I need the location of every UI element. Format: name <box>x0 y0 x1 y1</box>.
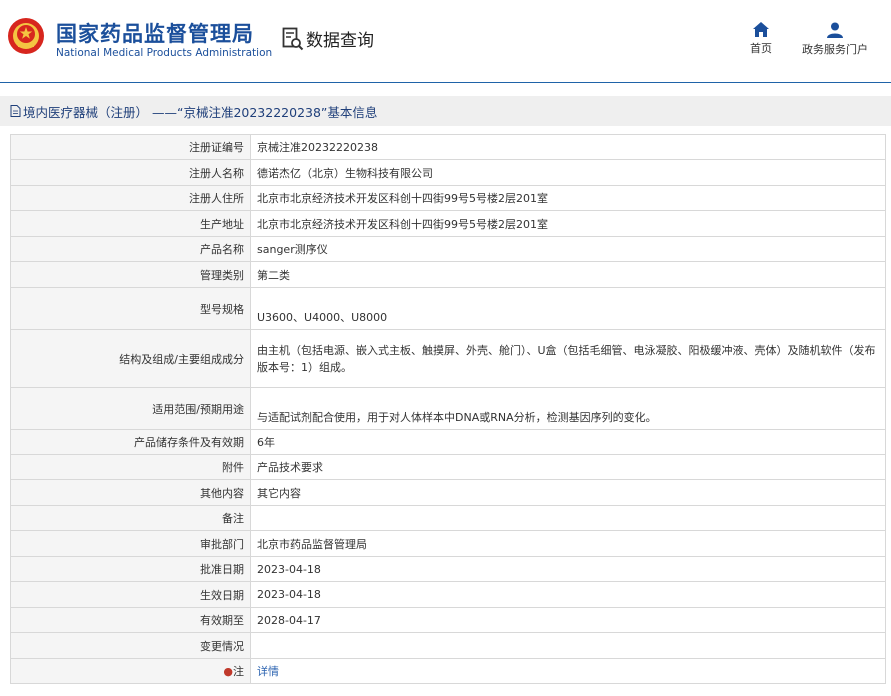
note-label: 注 <box>233 665 244 678</box>
breadcrumb-text: 境内医疗器械（注册） ——“京械注准20232220238”基本信息 <box>23 104 378 120</box>
row-label: 注册证编号 <box>10 134 251 160</box>
table-row: 变更情况 <box>10 632 886 659</box>
org-name-cn: 国家药品监督管理局 <box>56 22 254 46</box>
user-icon <box>827 22 843 38</box>
table-row: 附件 产品技术要求 <box>10 454 886 480</box>
table-row: 备注 <box>10 505 886 531</box>
row-label: 注册人名称 <box>10 159 251 186</box>
table-row: 适用范围/预期用途 与适配试剂配合使用，用于对人体样本中DNA或RNA分析，检测… <box>10 387 886 430</box>
org-name-en: National Medical Products Administration <box>56 47 273 59</box>
row-value <box>250 505 886 531</box>
row-value: 2023-04-18 <box>250 556 886 582</box>
national-emblem-icon <box>8 18 44 54</box>
nav-home[interactable]: 首页 <box>742 22 780 56</box>
document-icon <box>10 105 21 117</box>
table-row: 产品储存条件及有效期 6年 <box>10 429 886 455</box>
row-label: 产品名称 <box>10 236 251 262</box>
row-label: 附件 <box>10 454 251 480</box>
table-row: 审批部门 北京市药品监督管理局 <box>10 530 886 557</box>
row-label: 产品储存条件及有效期 <box>10 429 251 455</box>
breadcrumb: 境内医疗器械（注册） ——“京械注准20232220238”基本信息 <box>0 96 891 126</box>
row-label: 生效日期 <box>10 581 251 608</box>
row-value: 北京市北京经济技术开发区科创十四街99号5号楼2层201室 <box>250 185 886 211</box>
table-row: 注册人住所 北京市北京经济技术开发区科创十四街99号5号楼2层201室 <box>10 185 886 211</box>
registration-info-table: 注册证编号 京械注准20232220238 注册人名称 德诺杰亿（北京）生物科技… <box>10 134 886 684</box>
row-value: 6年 <box>250 429 886 455</box>
row-value: 与适配试剂配合使用，用于对人体样本中DNA或RNA分析，检测基因序列的变化。 <box>250 387 886 430</box>
row-label: 注册人住所 <box>10 185 251 211</box>
table-row: 注册人名称 德诺杰亿（北京）生物科技有限公司 <box>10 159 886 186</box>
row-value: U3600、U4000、U8000 <box>250 287 886 330</box>
table-row: 产品名称 sanger测序仪 <box>10 236 886 262</box>
row-label: 适用范围/预期用途 <box>10 387 251 430</box>
site-header: 国家药品监督管理局 National Medical Products Admi… <box>0 0 891 83</box>
table-row: 生产地址 北京市北京经济技术开发区科创十四街99号5号楼2层201室 <box>10 210 886 237</box>
row-value: 详情 <box>250 658 886 684</box>
nav-service-portal[interactable]: 政务服务门户 <box>800 22 870 57</box>
row-value: 2028-04-17 <box>250 607 886 633</box>
table-row: 注册证编号 京械注准20232220238 <box>10 134 886 160</box>
table-row: 生效日期 2023-04-18 <box>10 581 886 608</box>
row-label: 审批部门 <box>10 530 251 557</box>
row-value: sanger测序仪 <box>250 236 886 262</box>
row-label: 其他内容 <box>10 479 251 506</box>
row-value: 产品技术要求 <box>250 454 886 480</box>
row-label: 型号规格 <box>10 287 251 330</box>
row-value <box>250 632 886 659</box>
nav-home-label: 首页 <box>750 42 772 55</box>
row-value: 第二类 <box>250 261 886 288</box>
table-row: 型号规格 U3600、U4000、U8000 <box>10 287 886 330</box>
row-label: 管理类别 <box>10 261 251 288</box>
row-label: ●注 <box>10 658 251 684</box>
row-value: 由主机（包括电源、嵌入式主板、触摸屏、外壳、舱门）、U盒（包括毛细管、电泳凝胶、… <box>250 329 886 388</box>
details-link[interactable]: 详情 <box>257 665 279 678</box>
row-label: 生产地址 <box>10 210 251 237</box>
pin-icon: ● <box>223 665 233 678</box>
row-value: 2023-04-18 <box>250 581 886 608</box>
row-value: 德诺杰亿（北京）生物科技有限公司 <box>250 159 886 186</box>
table-row: 管理类别 第二类 <box>10 261 886 288</box>
home-icon <box>753 22 769 37</box>
table-row: 批准日期 2023-04-18 <box>10 556 886 582</box>
table-row: 结构及组成/主要组成成分 由主机（包括电源、嵌入式主板、触摸屏、外壳、舱门）、U… <box>10 329 886 388</box>
table-row: 有效期至 2028-04-17 <box>10 607 886 633</box>
table-row: 其他内容 其它内容 <box>10 479 886 506</box>
row-label: 备注 <box>10 505 251 531</box>
document-search-icon <box>282 27 304 50</box>
row-label: 结构及组成/主要组成成分 <box>10 329 251 388</box>
nav-portal-label: 政务服务门户 <box>802 43 868 56</box>
row-value: 其它内容 <box>250 479 886 506</box>
table-row: ●注 详情 <box>10 658 886 684</box>
row-label: 有效期至 <box>10 607 251 633</box>
row-label: 批准日期 <box>10 556 251 582</box>
row-value: 北京市药品监督管理局 <box>250 530 886 557</box>
row-value: 京械注准20232220238 <box>250 134 886 160</box>
row-label: 变更情况 <box>10 632 251 659</box>
data-query-title: 数据查询 <box>282 26 374 51</box>
row-value: 北京市北京经济技术开发区科创十四街99号5号楼2层201室 <box>250 210 886 237</box>
data-query-label: 数据查询 <box>306 31 374 51</box>
